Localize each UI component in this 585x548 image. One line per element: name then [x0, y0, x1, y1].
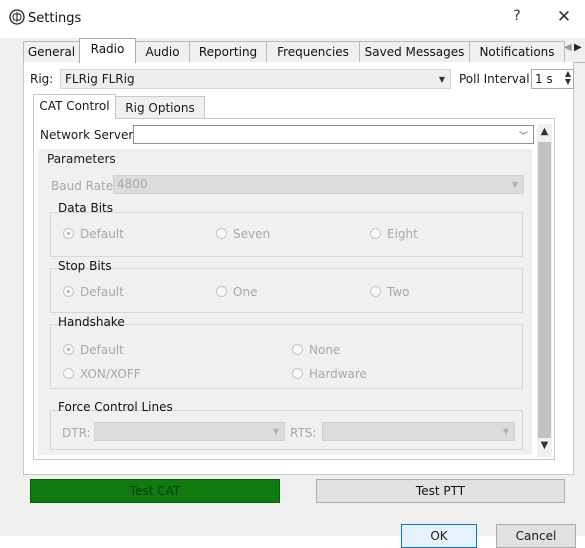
tab-frequencies[interactable]: Frequencies: [266, 41, 360, 62]
app-icon: [9, 9, 25, 25]
tab-general[interactable]: General: [23, 41, 80, 62]
radio-selected-icon: [63, 344, 74, 355]
network-server-label: Network Server:: [40, 128, 138, 142]
rig-subtab-bar: CAT Control Rig Options: [33, 94, 543, 119]
poll-interval-label: Poll Interval:: [459, 72, 534, 86]
parameters-title: Parameters: [47, 152, 116, 166]
chevron-down-icon: ﹀: [518, 132, 528, 142]
vertical-scrollbar[interactable]: ▲ ▼: [537, 124, 552, 457]
tab-radio[interactable]: Radio: [79, 38, 136, 63]
tab-scroll-left-icon[interactable]: ◀: [564, 42, 572, 53]
baud-rate-select[interactable]: 4800 ▼: [113, 175, 524, 194]
ok-button[interactable]: OK: [401, 524, 477, 548]
tab-saved-messages[interactable]: Saved Messages: [359, 41, 470, 62]
scroll-thumb[interactable]: [538, 142, 551, 438]
radio-icon: [216, 228, 227, 239]
radio-label: None: [309, 343, 341, 357]
data-bits-title: Data Bits: [58, 201, 113, 215]
force-control-lines-title: Force Control Lines: [58, 400, 173, 414]
chevron-down-icon: ▼: [511, 180, 518, 189]
tab-cat-control[interactable]: CAT Control: [33, 94, 116, 119]
tab-reporting[interactable]: Reporting: [189, 41, 267, 62]
radio-icon: [370, 286, 381, 297]
radio-label: Two: [387, 285, 410, 299]
chevron-down-icon: ▼: [272, 427, 279, 436]
tab-rig-options[interactable]: Rig Options: [115, 96, 205, 118]
radio-icon: [292, 368, 303, 379]
stop-bits-title: Stop Bits: [58, 259, 112, 273]
baud-rate-value: 4800: [117, 177, 148, 191]
poll-interval-value: 1 s: [535, 72, 553, 86]
rts-select[interactable]: ▼: [322, 422, 515, 441]
radio-label: One: [233, 285, 258, 299]
close-button[interactable]: ✕: [552, 7, 576, 29]
radio-label: Default: [80, 285, 124, 299]
baud-rate-label: Baud Rate:: [51, 179, 118, 193]
poll-interval-spinbox[interactable]: 1 s ▲ ▼: [531, 69, 574, 89]
spin-arrows-icon[interactable]: ▲ ▼: [565, 70, 571, 86]
tab-scroll-right-icon[interactable]: ▶: [574, 42, 582, 53]
radio-selected-icon: [63, 286, 74, 297]
rts-label: RTS:: [290, 426, 317, 440]
chevron-down-icon: ▼: [438, 75, 445, 84]
title-bar: Settings ? ✕: [0, 0, 585, 38]
radio-icon: [370, 228, 381, 239]
help-button[interactable]: ?: [507, 8, 527, 28]
scroll-up-icon[interactable]: ▲: [537, 126, 552, 140]
radio-icon: [216, 286, 227, 297]
test-cat-button[interactable]: Test CAT: [30, 479, 280, 503]
radio-label: Eight: [387, 227, 418, 241]
dtr-select[interactable]: ▼: [94, 422, 285, 441]
dtr-label: DTR:: [62, 426, 91, 440]
radio-label: Seven: [233, 227, 271, 241]
settings-window: Settings ? ✕ General Radio Audio Reporti…: [0, 0, 585, 548]
tab-notifications[interactable]: Notifications: [469, 41, 565, 62]
radio-icon: [63, 368, 74, 379]
test-ptt-button[interactable]: Test PTT: [316, 479, 565, 503]
radio-selected-icon: [63, 228, 74, 239]
tab-audio[interactable]: Audio: [135, 41, 190, 62]
rig-select[interactable]: FLRig FLRig ▼: [60, 69, 451, 89]
network-server-combo[interactable]: ﹀: [133, 125, 534, 144]
settings-tab-bar: General Radio Audio Reporting Frequencie…: [23, 38, 585, 63]
rig-label: Rig:: [30, 72, 54, 86]
window-title: Settings: [28, 11, 82, 26]
radio-label: XON/XOFF: [80, 367, 141, 381]
rig-select-value: FLRig FLRig: [65, 72, 135, 86]
chevron-down-icon: ▼: [502, 427, 509, 436]
scroll-down-icon[interactable]: ▼: [537, 440, 552, 454]
radio-label: Hardware: [309, 367, 367, 381]
radio-label: Default: [80, 227, 124, 241]
handshake-title: Handshake: [58, 315, 125, 329]
radio-icon: [292, 344, 303, 355]
radio-label: Default: [80, 343, 124, 357]
cancel-button[interactable]: Cancel: [496, 524, 576, 548]
